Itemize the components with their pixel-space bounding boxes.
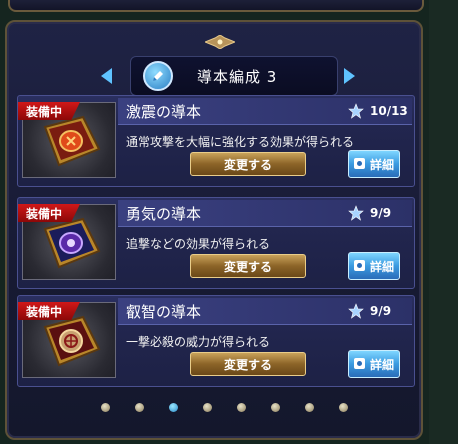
detail-button[interactable]: 詳細 — [348, 252, 400, 280]
detail-icon — [354, 158, 365, 169]
book-description: 通常攻撃を大幅に強化する効果が得られる — [126, 135, 355, 149]
detail-label: 詳細 — [369, 259, 394, 274]
detail-button[interactable]: 詳細 — [348, 350, 400, 378]
previous-panel-edge — [8, 0, 424, 12]
page-dot[interactable] — [339, 403, 348, 412]
book-card: 装備中 叡智の導本 9/9 一撃必殺の威力が得られる 変更する 詳細 — [17, 295, 415, 387]
book-name: 激震の導本 — [126, 103, 202, 121]
equipped-badge: 装備中 — [18, 302, 80, 320]
page-dot[interactable] — [237, 403, 246, 412]
page-indicator — [0, 403, 458, 415]
page-dot[interactable] — [101, 403, 110, 412]
page-dot[interactable] — [271, 403, 280, 412]
book-card: 装備中 勇気の導本 9/9 追撃などの効果が得られる 変更する 詳細 — [17, 197, 415, 289]
prev-deck-button[interactable] — [101, 68, 112, 84]
detail-icon — [354, 358, 365, 369]
detail-label: 詳細 — [369, 357, 394, 372]
page-dot[interactable] — [135, 403, 144, 412]
book-description: 追撃などの効果が得られる — [126, 237, 271, 251]
book-description: 一撃必殺の威力が得られる — [126, 335, 271, 349]
pencil-icon[interactable] — [143, 61, 173, 91]
deck-title-box[interactable]: 導本編成 3 — [130, 56, 338, 96]
change-button[interactable]: 変更する — [190, 254, 306, 278]
page-dot[interactable] — [305, 403, 314, 412]
book-name: 勇気の導本 — [126, 205, 202, 223]
deck-title: 導本編成 3 — [197, 67, 278, 86]
book-count: 10/13 — [370, 104, 408, 118]
change-button[interactable]: 変更する — [190, 352, 306, 376]
book-name: 叡智の導本 — [126, 303, 202, 321]
next-deck-button[interactable] — [344, 68, 355, 84]
equipped-badge: 装備中 — [18, 102, 80, 120]
star-icon — [348, 103, 364, 119]
ornament-icon — [205, 35, 235, 49]
book-count: 9/9 — [370, 304, 392, 318]
book-card: 装備中 激震の導本 10/13 通常攻撃を大幅に強化する効果が得られる 変更する… — [17, 95, 415, 187]
book-count: 9/9 — [370, 206, 392, 220]
star-icon — [348, 303, 364, 319]
change-button[interactable]: 変更する — [190, 152, 306, 176]
background-strip — [429, 0, 458, 444]
detail-label: 詳細 — [369, 157, 394, 172]
equipped-badge: 装備中 — [18, 204, 80, 222]
page-dot[interactable] — [203, 403, 212, 412]
detail-button[interactable]: 詳細 — [348, 150, 400, 178]
deck-header: 導本編成 3 — [17, 56, 417, 96]
star-icon — [348, 205, 364, 221]
page-dot[interactable] — [169, 403, 178, 412]
detail-icon — [354, 260, 365, 271]
